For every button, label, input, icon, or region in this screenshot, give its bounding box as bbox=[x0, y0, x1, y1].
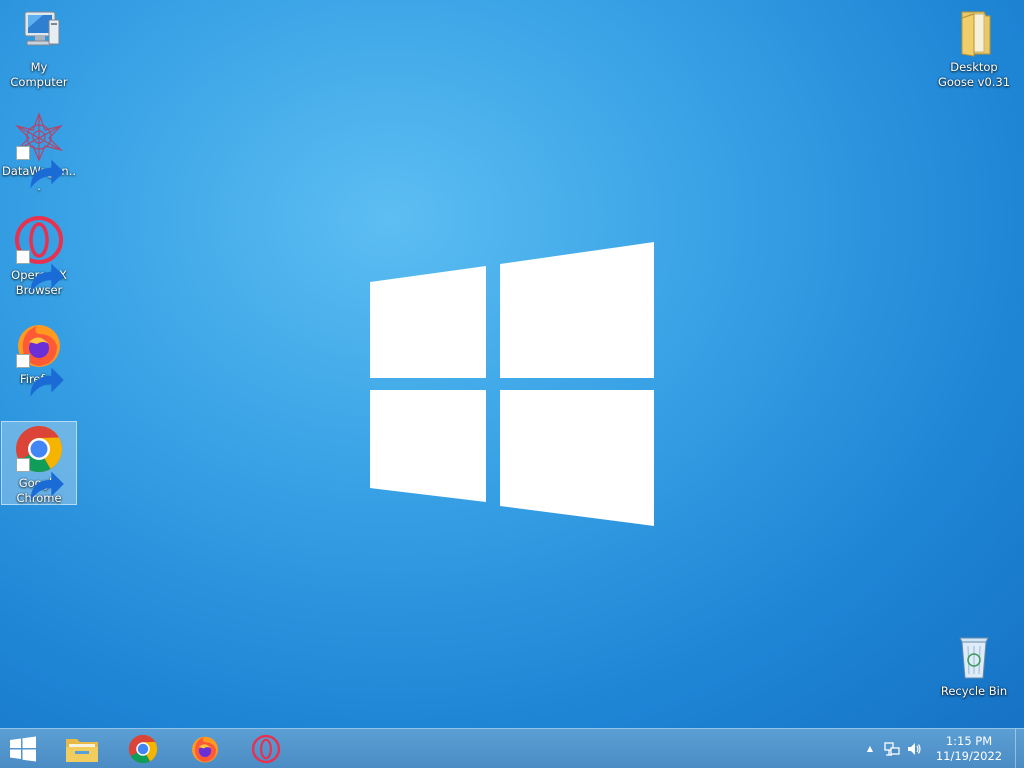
firefox-icon bbox=[13, 320, 65, 397]
taskbar-chrome[interactable] bbox=[113, 729, 173, 768]
desktop-icon-label: Desktop Goose v0.31 bbox=[937, 60, 1011, 89]
network-icon[interactable] bbox=[881, 738, 903, 760]
folder-icon bbox=[66, 738, 98, 762]
taskbar-clock[interactable]: 1:15 PM 11/19/2022 bbox=[931, 734, 1007, 764]
clock-date: 11/19/2022 bbox=[935, 748, 1003, 763]
chevron-up-icon: ▲ bbox=[866, 744, 874, 753]
windows-logo-icon bbox=[10, 736, 36, 761]
windows-wallpaper-logo bbox=[370, 242, 654, 526]
show-desktop-button[interactable] bbox=[1015, 729, 1024, 768]
datawagon-icon bbox=[13, 112, 65, 189]
system-tray: ▲ 1:15 PM 11/19/2022 bbox=[859, 729, 1024, 768]
recycle-bin-icon bbox=[948, 632, 1000, 682]
desktop-icon-opera-gx[interactable]: Opera GX Browser bbox=[1, 214, 77, 301]
computer-icon bbox=[13, 8, 65, 58]
firefox-icon bbox=[192, 736, 218, 763]
taskbar-firefox[interactable] bbox=[175, 729, 235, 768]
desktop-icon-desktop-goose-folder[interactable]: Desktop Goose v0.31 bbox=[936, 6, 1012, 93]
shortcut-arrow-icon bbox=[16, 354, 64, 397]
desktop-icon-datawagon[interactable]: DataWagon... bbox=[1, 110, 77, 197]
taskbar-file-explorer[interactable] bbox=[52, 729, 112, 768]
clock-time: 1:15 PM bbox=[945, 733, 993, 748]
show-hidden-icons-button[interactable]: ▲ bbox=[859, 738, 881, 760]
desktop-icon-label: Recycle Bin bbox=[940, 684, 1008, 698]
opera-gx-icon bbox=[251, 734, 281, 763]
desktop-icon-google-chrome[interactable]: Google Chrome bbox=[1, 421, 77, 505]
opera-gx-icon bbox=[13, 216, 65, 293]
shortcut-arrow-icon bbox=[16, 146, 64, 189]
desktop[interactable]: My Computer DataWagon... bbox=[0, 0, 1024, 728]
chrome-icon bbox=[13, 424, 65, 501]
taskbar-opera-gx[interactable] bbox=[236, 729, 296, 768]
shortcut-arrow-icon bbox=[16, 250, 64, 293]
desktop-icon-recycle-bin[interactable]: Recycle Bin bbox=[936, 630, 1012, 702]
volume-icon[interactable] bbox=[903, 738, 925, 760]
folder-icon bbox=[948, 8, 1000, 58]
shortcut-arrow-icon bbox=[16, 458, 64, 501]
desktop-icon-label: My Computer bbox=[10, 60, 68, 89]
desktop-icon-firefox[interactable]: Firefox bbox=[1, 318, 77, 397]
taskbar: ▲ 1:15 PM 11/19/2022 bbox=[0, 728, 1024, 768]
start-button[interactable] bbox=[0, 729, 52, 768]
desktop-icon-my-computer[interactable]: My Computer bbox=[1, 6, 77, 93]
chrome-icon bbox=[128, 734, 158, 763]
